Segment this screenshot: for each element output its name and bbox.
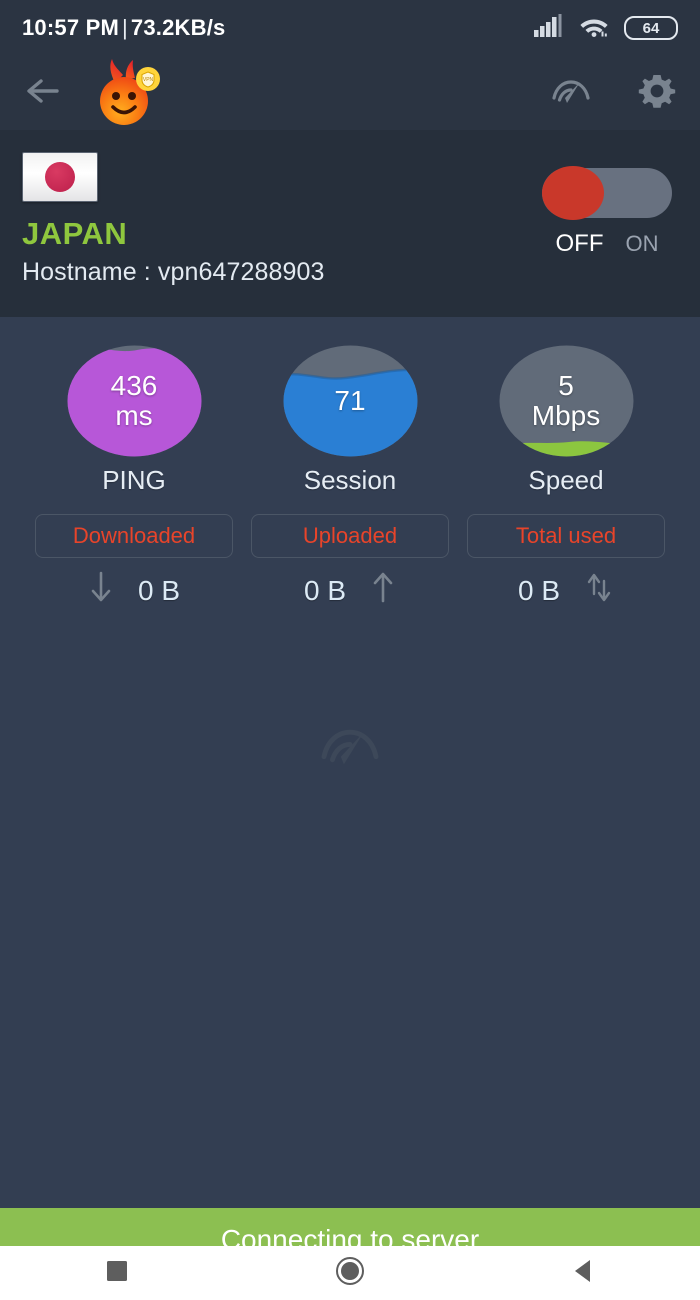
speedometer-icon [550,74,592,113]
watermark [0,720,700,777]
downloaded-value: 0 B [137,574,181,606]
back-arrow-icon [25,75,65,112]
usage-pills-row: Downloaded Uploaded Total used [0,496,700,558]
speed-value-group: 5 Mbps [499,345,634,457]
speed-test-button[interactable] [550,72,592,114]
toggle-labels: OFF ON [556,230,659,258]
svg-text:VPN: VPN [143,77,154,83]
session-wave-circle: 71 [283,345,418,457]
app-bar: VPN [0,56,700,130]
usage-pill-uploaded[interactable]: Uploaded [251,514,449,558]
nav-home-button[interactable] [310,1246,390,1300]
toggle-label-off[interactable]: OFF [556,230,604,258]
android-nav-bar [0,1246,700,1300]
usage-value-total-used: 0 B [467,570,665,611]
wifi-icon [578,14,610,43]
stat-session: 71 Session [275,345,425,496]
status-bar-network-speed: 73.2KB/s [130,15,226,40]
server-card[interactable]: JAPAN Hostname : vpn647288903 OFF ON [0,130,700,317]
status-bar-separator: | [121,15,128,40]
speed-unit: Mbps [531,400,601,431]
vpn-toggle-knob[interactable] [542,166,604,220]
usage-values-row: 0 B 0 B 0 B [0,558,700,611]
session-label: Session [303,465,397,495]
speed-wave-circle: 5 Mbps [499,345,634,457]
ping-label: PING [102,465,166,495]
hola-vpn-flame-smiley-logo[interactable]: VPN [82,57,174,129]
uploaded-value: 0 B [303,574,347,606]
status-bar-left: 10:57 PM | 73.2KB/s [22,15,225,41]
usage-pill-downloaded[interactable]: Downloaded [35,514,233,558]
stat-speed: 5 Mbps Speed [491,345,641,496]
stat-ping: 436 ms PING [59,345,209,496]
battery-level-text: 64 [642,19,660,37]
app-bar-actions [550,72,678,114]
signal-bars-icon [534,13,564,43]
ping-value: 436 [110,369,158,401]
status-bar-right: 64 [534,13,678,43]
nav-recents-button[interactable] [77,1246,157,1300]
speed-value: 5 [558,369,574,401]
circle-home-icon [335,1256,365,1291]
hostname-text: Hostname : vpn647288903 [22,258,325,286]
nav-back-button[interactable] [543,1246,623,1300]
status-banner: Connecting to server [0,1208,700,1246]
ping-value-group: 436 ms [67,345,202,457]
status-bar: 10:57 PM | 73.2KB/s 64 [0,0,700,56]
session-value-group: 71 [283,345,418,457]
triangle-back-icon [571,1258,595,1289]
stats-row: 436 ms PING 71 Session 5 Mbps Speed [0,317,700,496]
vpn-connect-toggle[interactable] [542,166,672,220]
japan-flag-icon [22,152,98,202]
arrow-down-icon [88,570,114,611]
status-banner-text: Connecting to server [220,1224,480,1247]
toggle-label-on[interactable]: ON [626,231,659,257]
status-bar-time: 10:57 PM [22,15,119,40]
battery-indicator: 64 [624,16,678,40]
vpn-toggle-area: OFF ON [542,166,672,258]
speed-label: Speed [528,465,604,495]
arrow-up-down-icon [584,570,614,611]
session-value: 71 [334,384,366,416]
ping-unit: ms [115,400,153,431]
gear-icon [637,71,677,116]
speedometer-watermark-icon [317,720,383,777]
back-button[interactable] [22,70,68,116]
ping-wave-circle: 436 ms [67,345,202,457]
usage-pill-total-used[interactable]: Total used [467,514,665,558]
total-used-value: 0 B [517,574,561,606]
usage-value-downloaded: 0 B [35,570,233,611]
square-recents-icon [105,1259,129,1288]
usage-value-uploaded: 0 B [251,570,449,611]
flag-disc [45,162,75,192]
arrow-up-icon [370,570,396,611]
settings-button[interactable] [636,72,678,114]
